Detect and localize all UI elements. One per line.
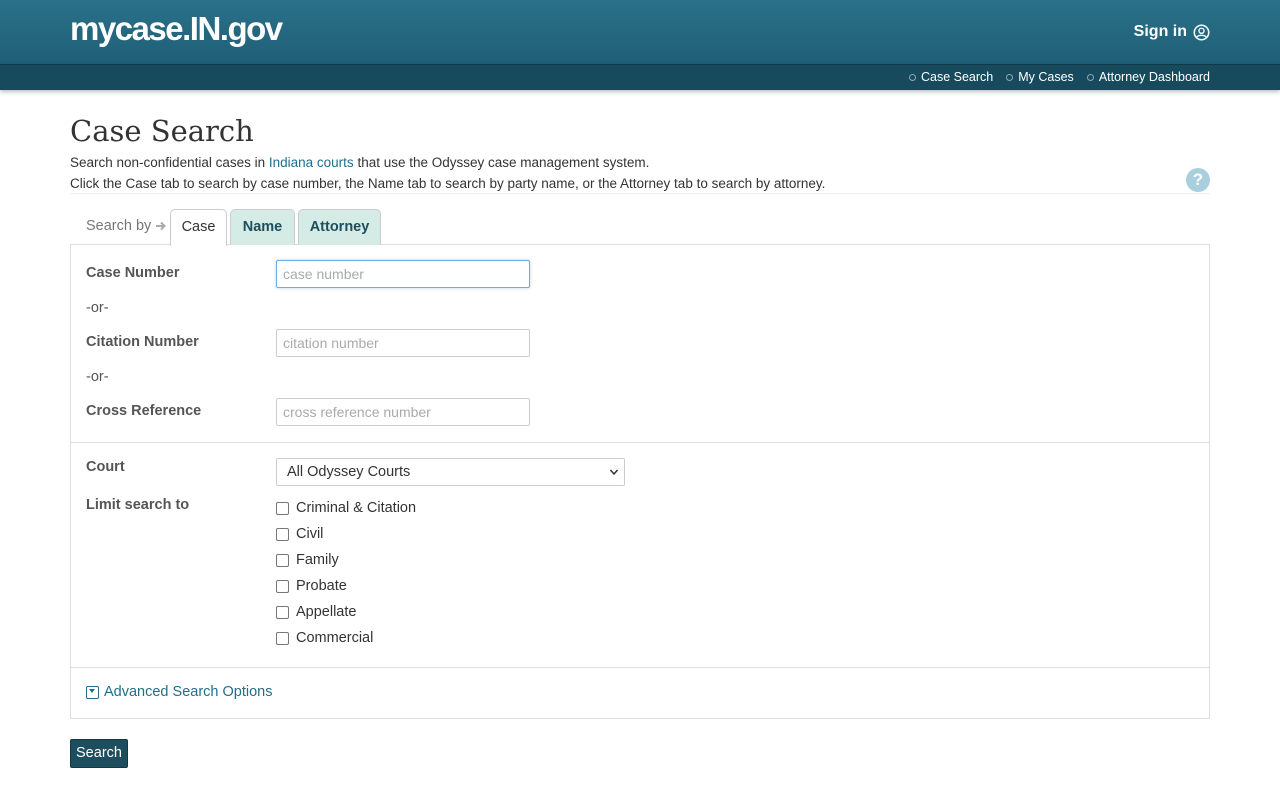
- circle-bullet-icon: [1006, 73, 1014, 81]
- intro-text: Search non-confidential cases in Indiana…: [70, 152, 825, 194]
- checkbox-label: Criminal & Citation: [296, 500, 417, 516]
- search-by-text: Search by: [86, 218, 152, 234]
- limit-option-criminal[interactable]: Criminal & Citation: [276, 500, 416, 516]
- case-number-input[interactable]: [276, 260, 530, 288]
- nav-my-cases[interactable]: My Cases: [1006, 70, 1074, 84]
- circle-bullet-icon: [1086, 73, 1094, 81]
- limit-option-commercial[interactable]: Commercial: [276, 630, 373, 646]
- nav-case-search[interactable]: Case Search: [908, 70, 994, 84]
- limit-option-probate[interactable]: Probate: [276, 578, 347, 594]
- court-selected-value: All Odyssey Courts: [287, 464, 411, 480]
- expand-icon: [86, 685, 99, 699]
- nav-label: Attorney Dashboard: [1098, 70, 1210, 84]
- search-button[interactable]: Search: [70, 739, 128, 768]
- site-logo[interactable]: mycase.IN.gov: [70, 10, 283, 48]
- citation-number-label: Citation Number: [86, 334, 199, 350]
- search-by-label: Search by: [86, 218, 167, 234]
- cross-reference-label: Cross Reference: [86, 403, 202, 419]
- nav-label: Case Search: [920, 70, 994, 84]
- checkbox-label: Probate: [296, 578, 347, 594]
- checkbox[interactable]: [276, 527, 289, 541]
- indiana-courts-link[interactable]: Indiana courts: [269, 155, 354, 170]
- top-nav-bar: Case Search My Cases Attorney Dashboard: [0, 64, 1280, 90]
- intro-prefix: Search non-confidential cases in: [70, 155, 269, 170]
- intro-suffix: that use the Odyssey case management sys…: [353, 155, 650, 170]
- checkbox-label: Family: [296, 552, 339, 568]
- cross-reference-input[interactable]: [276, 398, 530, 426]
- checkbox-label: Commercial: [296, 630, 374, 646]
- circle-bullet-icon: [908, 73, 916, 81]
- checkbox[interactable]: [276, 553, 289, 567]
- title-divider: [70, 193, 1210, 194]
- nav-attorney-dashboard[interactable]: Attorney Dashboard: [1086, 70, 1210, 84]
- limit-option-civil[interactable]: Civil: [276, 526, 323, 542]
- advanced-search-toggle[interactable]: Advanced Search Options: [86, 684, 272, 700]
- checkbox-label: Appellate: [296, 604, 357, 620]
- arrow-right-icon: [156, 221, 167, 231]
- citation-number-input[interactable]: [276, 329, 530, 357]
- checkbox[interactable]: [276, 579, 289, 593]
- checkbox[interactable]: [276, 605, 289, 619]
- checkbox-label: Civil: [296, 526, 324, 542]
- tab-case[interactable]: Case: [170, 209, 227, 246]
- tab-name[interactable]: Name: [230, 209, 295, 245]
- advanced-search-label: Advanced Search Options: [104, 684, 273, 700]
- site-header: mycase.IN.gov Sign in: [0, 0, 1280, 64]
- sign-in-link[interactable]: Sign in: [1134, 23, 1210, 41]
- limit-option-appellate[interactable]: Appellate: [276, 604, 356, 620]
- user-circle-icon: [1193, 24, 1210, 40]
- intro-line-2: Click the Case tab to search by case num…: [70, 176, 826, 191]
- limit-search-label: Limit search to: [86, 497, 190, 513]
- or-separator: -or-: [86, 369, 109, 385]
- or-separator: -or-: [86, 300, 109, 316]
- top-nav: Case Search My Cases Attorney Dashboard: [908, 70, 1210, 84]
- limit-option-family[interactable]: Family: [276, 552, 339, 568]
- intro-line-1: Search non-confidential cases in Indiana…: [70, 152, 825, 173]
- page-title: Case Search: [70, 114, 254, 148]
- chevron-down-icon: [610, 469, 618, 476]
- section-divider: [70, 442, 1210, 443]
- checkbox[interactable]: [276, 631, 289, 645]
- help-icon[interactable]: ?: [1186, 168, 1210, 192]
- nav-label: My Cases: [1018, 70, 1074, 84]
- case-number-label: Case Number: [86, 265, 180, 281]
- section-divider: [70, 667, 1210, 668]
- search-panel: [70, 244, 1210, 719]
- court-select[interactable]: All Odyssey Courts: [276, 458, 625, 486]
- court-label: Court: [86, 459, 125, 475]
- checkbox[interactable]: [276, 501, 289, 515]
- sign-in-label: Sign in: [1133, 23, 1187, 40]
- tab-attorney[interactable]: Attorney: [298, 209, 381, 245]
